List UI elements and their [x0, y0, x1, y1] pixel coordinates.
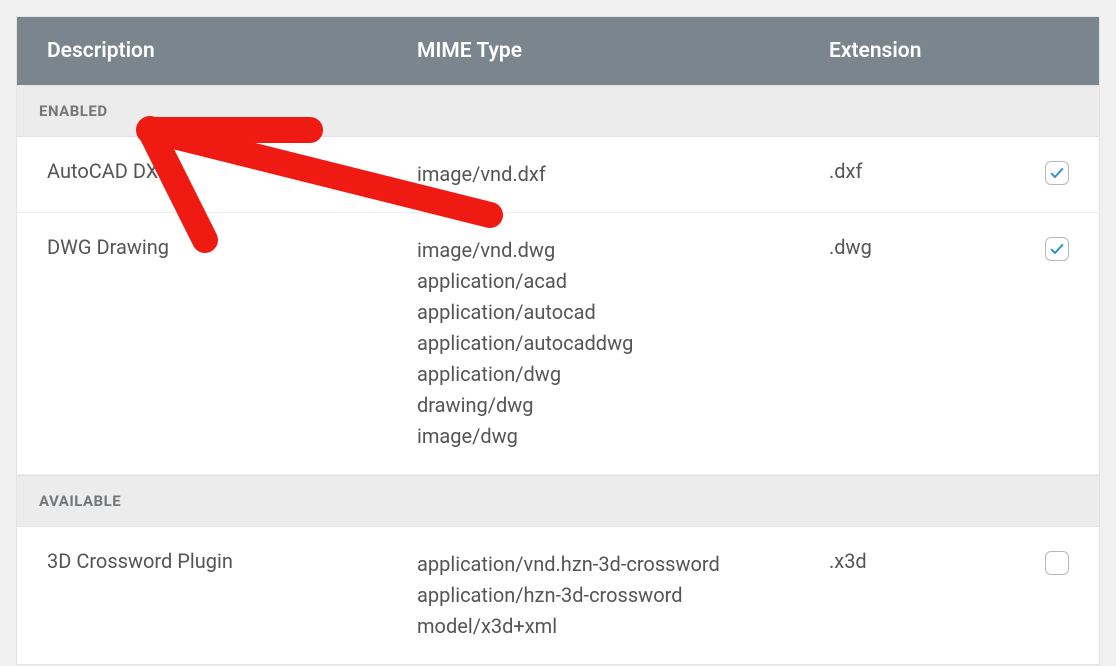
row-mime: image/vnd.dwg application/acad applicati… — [417, 235, 829, 452]
row-mime: application/vnd.hzn-3d-crossword applica… — [417, 549, 829, 642]
header-mime: MIME Type — [417, 39, 829, 63]
row-description: 3D Crossword Plugin — [47, 549, 417, 573]
table-row: AutoCAD DXF image/vnd.dxf .dxf — [17, 137, 1099, 213]
table-header-row: Description MIME Type Extension — [17, 17, 1099, 85]
row-mime: image/vnd.dxf — [417, 159, 829, 190]
section-enabled-header: ENABLED — [17, 85, 1099, 137]
row-extension: .x3d — [829, 549, 1019, 573]
enable-checkbox[interactable] — [1045, 237, 1069, 261]
checkmark-icon — [1049, 165, 1065, 181]
row-description: AutoCAD DXF — [47, 159, 417, 183]
row-extension: .dxf — [829, 159, 1019, 183]
table-row: DWG Drawing image/vnd.dwg application/ac… — [17, 213, 1099, 475]
row-extension: .dwg — [829, 235, 1019, 259]
enable-checkbox[interactable] — [1045, 161, 1069, 185]
enable-checkbox[interactable] — [1045, 551, 1069, 575]
row-description: DWG Drawing — [47, 235, 417, 259]
header-extension: Extension — [829, 39, 1019, 63]
header-description: Description — [47, 39, 417, 63]
checkmark-icon — [1049, 241, 1065, 257]
mime-types-table: Description MIME Type Extension ENABLED … — [16, 16, 1100, 665]
table-row: 3D Crossword Plugin application/vnd.hzn-… — [17, 527, 1099, 664]
section-available-header: AVAILABLE — [17, 475, 1099, 527]
